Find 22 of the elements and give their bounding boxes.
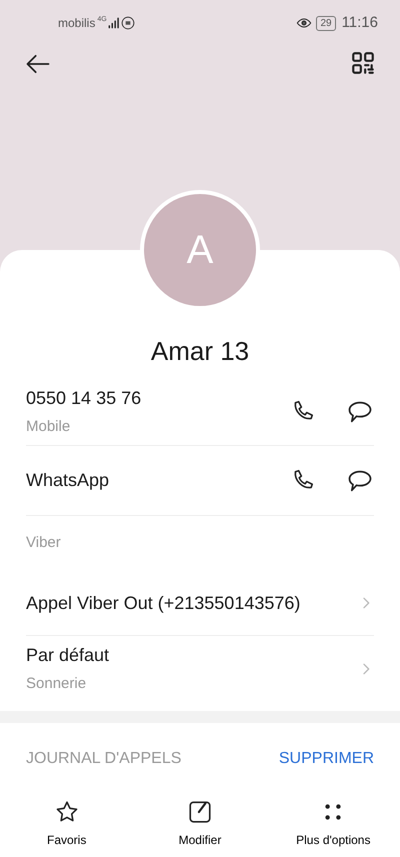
toolbar-button[interactable]: Modifier (133, 795, 267, 857)
row-title: Par défaut (26, 644, 110, 667)
toolbar-button[interactable]: Plus d'options (266, 795, 400, 857)
toolbar-button[interactable]: Favoris (0, 795, 134, 857)
record-icon (120, 16, 135, 30)
signal-icon (106, 16, 121, 30)
qr-code-icon[interactable] (350, 50, 376, 76)
section-label: JOURNAL D'APPELS (26, 749, 182, 769)
section-label: Viber (26, 533, 61, 554)
phone-number: 0550 14 35 76 (26, 386, 142, 410)
list-item[interactable]: Par défaut Sonnerie (26, 636, 374, 701)
edit-icon (186, 799, 213, 825)
carrier-name: mobilis (58, 15, 96, 32)
list-item[interactable]: Appel Viber Out (+213550143576) (26, 571, 374, 636)
row-title: WhatsApp (26, 469, 110, 492)
row-subtitle: Mobile (26, 416, 72, 437)
clock: 11:16 (342, 12, 378, 33)
contact-name: Amar 13 (150, 335, 250, 368)
row-subtitle: Sonnerie (26, 674, 88, 694)
battery-level: 29 (316, 16, 336, 30)
row-title: Appel Viber Out (+213550143576) (26, 592, 302, 615)
delete-link[interactable]: SUPPRIMER (278, 747, 374, 771)
